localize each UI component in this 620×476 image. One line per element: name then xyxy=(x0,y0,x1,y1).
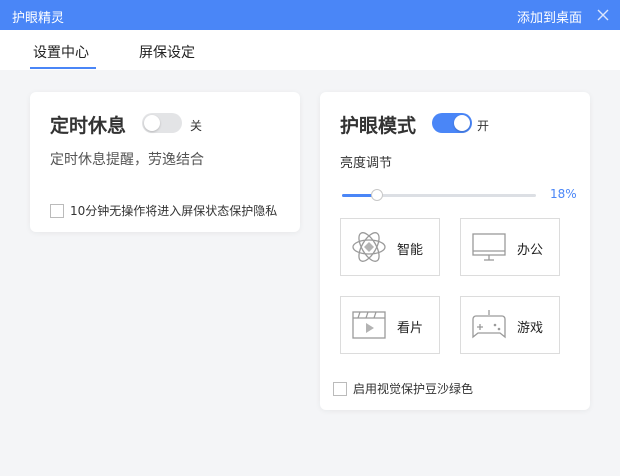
mode-game-label: 游戏 xyxy=(517,321,544,336)
mode-movie-button[interactable]: 看片 xyxy=(340,296,440,354)
timed-rest-title: 定时休息 xyxy=(50,115,127,137)
eye-mode-title: 护眼模式 xyxy=(340,115,417,137)
eye-protection-card: 护眼模式 开 亮度调节 18% 智能 办公 看片 游戏 启用视觉保护豆沙绿色 xyxy=(320,92,590,410)
app-title: 护眼精灵 xyxy=(12,11,65,26)
bean-green-checkbox[interactable] xyxy=(333,381,347,396)
timed-rest-card: 定时休息 关 定时休息提醒，劳逸结合 10分钟无操作将进入屏保状态保护隐私 xyxy=(30,92,300,232)
mode-smart-label: 智能 xyxy=(397,243,424,258)
monitor-icon xyxy=(472,233,506,261)
brightness-label: 亮度调节 xyxy=(340,156,393,171)
tab-bar: 设置中心 屏保设定 xyxy=(0,30,620,70)
mode-movie-label: 看片 xyxy=(397,321,424,336)
eye-mode-toggle-state: 开 xyxy=(477,119,490,133)
add-to-desktop-link[interactable]: 添加到桌面 xyxy=(517,7,582,26)
film-icon xyxy=(352,311,386,339)
brightness-value: 18% xyxy=(550,187,577,201)
gamepad-icon xyxy=(472,310,506,339)
privacy-screensaver-checkbox[interactable] xyxy=(50,203,64,218)
eye-mode-toggle[interactable] xyxy=(432,113,472,133)
bean-green-label: 启用视觉保护豆沙绿色 xyxy=(353,382,474,396)
privacy-screensaver-label: 10分钟无操作将进入屏保状态保护隐私 xyxy=(70,204,278,218)
brightness-slider-handle[interactable] xyxy=(371,189,383,201)
privacy-screensaver-checkbox-row[interactable]: 10分钟无操作将进入屏保状态保护隐私 xyxy=(50,202,277,219)
tab-settings-center[interactable]: 设置中心 xyxy=(33,42,89,62)
timed-rest-toggle[interactable] xyxy=(142,113,182,133)
toggle-knob xyxy=(454,115,470,131)
active-tab-indicator xyxy=(30,67,96,69)
tab-screensaver-settings[interactable]: 屏保设定 xyxy=(139,42,195,62)
mode-game-button[interactable]: 游戏 xyxy=(460,296,560,354)
close-icon[interactable] xyxy=(596,8,610,22)
atom-icon xyxy=(352,232,386,262)
timed-rest-description: 定时休息提醒，劳逸结合 xyxy=(50,152,204,168)
mode-smart-button[interactable]: 智能 xyxy=(340,218,440,276)
timed-rest-toggle-state: 关 xyxy=(190,119,203,133)
brightness-slider[interactable] xyxy=(342,189,536,201)
bean-green-checkbox-row[interactable]: 启用视觉保护豆沙绿色 xyxy=(333,380,473,397)
toggle-knob xyxy=(144,115,160,131)
mode-office-button[interactable]: 办公 xyxy=(460,218,560,276)
mode-office-label: 办公 xyxy=(517,243,544,258)
title-bar: 护眼精灵 添加到桌面 xyxy=(0,0,620,30)
